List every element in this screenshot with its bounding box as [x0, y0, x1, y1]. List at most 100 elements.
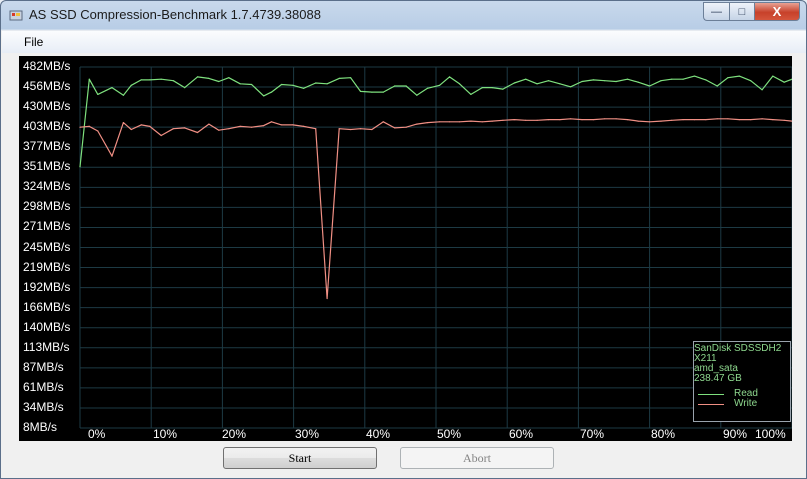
abort-button[interactable]: Abort	[400, 447, 554, 469]
data-point-read	[649, 85, 651, 87]
data-point-write	[394, 127, 396, 129]
data-point-write	[750, 119, 752, 121]
data-point-write	[172, 128, 174, 130]
y-tick-label: 430MB/s	[23, 99, 71, 114]
y-tick-label: 324MB/s	[23, 179, 71, 194]
data-point-write	[649, 121, 651, 123]
data-point-write	[491, 120, 493, 122]
data-point-write	[111, 155, 113, 157]
data-point-write	[581, 119, 583, 121]
legend-capacity: 238.47 GB	[694, 373, 742, 384]
data-point-write	[405, 126, 407, 128]
window-title: AS SSD Compression-Benchmark 1.7.4739.38…	[29, 7, 321, 22]
data-point-write	[671, 119, 673, 121]
data-point-write	[705, 119, 707, 121]
data-point-read	[525, 78, 527, 80]
chart-plot	[79, 66, 792, 429]
close-button[interactable]: X	[754, 2, 800, 21]
data-point-read	[481, 87, 483, 89]
data-point-write	[88, 125, 90, 127]
minimize-button[interactable]: —	[703, 2, 729, 21]
y-tick-label: 166MB/s	[23, 299, 71, 314]
data-point-read	[350, 77, 352, 79]
data-point-read	[140, 79, 142, 81]
data-point-read	[637, 81, 639, 83]
data-point-read	[592, 79, 595, 81]
data-point-read	[491, 87, 493, 89]
data-point-read	[371, 91, 373, 93]
app-window: AS SSD Compression-Benchmark 1.7.4739.38…	[0, 0, 807, 479]
data-point-read	[292, 84, 294, 86]
data-point-read	[727, 77, 729, 79]
y-tick-label: 219MB/s	[23, 259, 71, 274]
data-point-write	[481, 121, 483, 123]
y-tick-label: 245MB/s	[23, 239, 71, 254]
menu-file[interactable]: File	[24, 35, 43, 49]
data-point-write	[592, 119, 595, 121]
data-point-write	[218, 129, 220, 131]
data-point-write	[547, 119, 550, 121]
data-point-write	[149, 125, 151, 127]
data-point-read	[416, 94, 418, 96]
data-point-write	[439, 121, 441, 123]
x-tick-label: 30%	[295, 427, 320, 441]
minimize-icon: —	[711, 5, 722, 18]
data-point-read	[547, 80, 550, 82]
data-point-read	[783, 81, 785, 83]
data-point-read	[130, 84, 132, 86]
data-point-write	[326, 297, 328, 300]
data-point-write	[251, 126, 253, 128]
close-icon: X	[772, 4, 782, 19]
x-tick-label: 80%	[651, 427, 676, 441]
data-point-read	[184, 87, 186, 89]
data-point-read	[470, 93, 472, 95]
y-tick-label: 456MB/s	[23, 79, 71, 94]
y-tick-label: 113MB/s	[23, 339, 70, 354]
data-point-read	[439, 84, 441, 86]
x-tick-label: 100%	[755, 427, 786, 441]
y-tick-label: 298MB/s	[23, 199, 71, 214]
data-point-read	[239, 83, 241, 85]
x-tick-label: 20%	[222, 427, 247, 441]
data-point-read	[581, 80, 583, 83]
data-point-read	[97, 93, 99, 95]
x-tick-label: 50%	[437, 427, 462, 441]
data-point-write	[660, 120, 662, 122]
data-point-write	[292, 124, 294, 126]
x-tick-label: 10%	[153, 427, 178, 441]
x-tick-label: 60%	[509, 427, 534, 441]
data-point-read	[559, 83, 561, 85]
data-point-write	[426, 122, 429, 124]
y-tick-label: 271MB/s	[23, 219, 71, 234]
maximize-button[interactable]: □	[729, 2, 754, 21]
data-point-read	[303, 87, 305, 89]
data-point-read	[716, 85, 718, 87]
data-point-write	[382, 121, 384, 123]
data-point-write	[448, 121, 451, 123]
data-point-write	[458, 121, 461, 123]
data-point-write	[682, 119, 684, 121]
data-point-read	[682, 78, 684, 80]
x-tick-label: 90%	[723, 427, 748, 441]
data-point-read	[513, 82, 515, 84]
data-point-write	[738, 119, 740, 121]
data-point-write	[637, 120, 639, 122]
data-point-read	[149, 79, 151, 81]
start-button[interactable]: Start	[223, 447, 377, 469]
data-point-write	[350, 128, 352, 131]
data-point-read	[426, 87, 429, 89]
y-tick-label: 377MB/s	[23, 139, 71, 154]
data-point-write	[716, 118, 718, 120]
data-point-read	[772, 75, 774, 77]
data-point-read	[315, 82, 317, 84]
x-tick-label: 0%	[88, 427, 106, 441]
data-point-write	[239, 125, 241, 127]
data-point-write	[626, 119, 629, 121]
data-point-write	[693, 119, 696, 121]
title-bar[interactable]: AS SSD Compression-Benchmark 1.7.4739.38…	[1, 1, 806, 30]
data-point-read	[270, 91, 273, 93]
menu-bar: File	[2, 31, 806, 53]
data-point-read	[705, 79, 707, 81]
data-point-read	[394, 85, 396, 87]
data-point-read	[280, 83, 283, 86]
